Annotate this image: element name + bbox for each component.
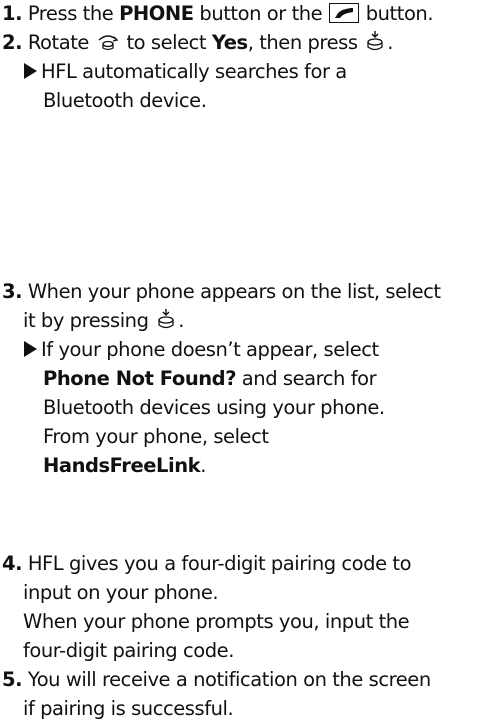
yes-label: Yes xyxy=(211,31,248,54)
step-text: if pairing is successful. xyxy=(23,697,234,720)
step-text: Rotate xyxy=(27,31,95,54)
step-text: it by pressing xyxy=(23,309,155,332)
step-3-result-l4: From your phone, select xyxy=(43,423,269,451)
step-text: HFL gives you a four-digit pairing code … xyxy=(27,552,412,575)
step-number: 2. xyxy=(2,31,23,54)
interface-dial-press-icon xyxy=(158,309,174,329)
step-3-result-l5: HandsFreeLink. xyxy=(43,452,206,480)
result-text: From your phone, select xyxy=(43,425,269,448)
step-5: 5. You will receive a notification on th… xyxy=(2,666,431,694)
triangle-arrow-icon xyxy=(24,63,37,79)
step-text: to select xyxy=(120,31,212,54)
step-3-result: If your phone doesn’t appear, select xyxy=(24,336,379,364)
step-text: . xyxy=(178,309,185,332)
result-text: If your phone doesn’t appear, select xyxy=(41,338,379,361)
step-number: 1. xyxy=(2,2,23,25)
step-text: When your phone prompts you, input the xyxy=(23,610,410,633)
step-text: four-digit pairing code. xyxy=(23,639,234,662)
step-4-l4: four-digit pairing code. xyxy=(23,637,234,665)
result-text: Bluetooth device. xyxy=(43,89,207,112)
step-3-result-l2: Phone Not Found? and search for xyxy=(43,365,377,393)
step-3: 3. When your phone appears on the list, … xyxy=(2,278,441,306)
step-text: Press the xyxy=(27,2,120,25)
result-text: . xyxy=(200,454,206,477)
step-text: , then press xyxy=(247,31,364,54)
handsfreelink-label: HandsFreeLink xyxy=(43,454,201,477)
step-text: button or the xyxy=(193,2,328,25)
triangle-arrow-icon xyxy=(24,341,37,357)
result-text: and search for xyxy=(236,367,377,390)
step-number: 5. xyxy=(2,668,23,691)
interface-dial-press-icon xyxy=(367,31,383,51)
result-text: HFL automatically searches for a xyxy=(41,60,347,83)
phone-not-found-label: Phone Not Found? xyxy=(43,367,237,390)
step-5-l2: if pairing is successful. xyxy=(23,695,234,723)
step-3-cont: it by pressing . xyxy=(23,307,184,335)
step-2-result: HFL automatically searches for a xyxy=(24,58,347,86)
result-text: Bluetooth devices using your phone. xyxy=(43,396,385,419)
step-2-result-cont: Bluetooth device. xyxy=(43,87,207,115)
step-text: . xyxy=(387,31,394,54)
step-text: button. xyxy=(359,2,434,25)
step-text: When your phone appears on the list, sel… xyxy=(27,280,441,303)
step-4: 4. HFL gives you a four-digit pairing co… xyxy=(2,550,412,578)
interface-dial-rotate-icon xyxy=(98,35,119,51)
phone-label: PHONE xyxy=(119,2,194,25)
step-number: 4. xyxy=(2,552,23,575)
step-4-l2: input on your phone. xyxy=(23,579,219,607)
phone-handset-icon xyxy=(328,3,359,23)
step-3-result-l3: Bluetooth devices using your phone. xyxy=(43,394,385,422)
step-number: 3. xyxy=(2,280,23,303)
step-4-l3: When your phone prompts you, input the xyxy=(23,608,410,636)
step-text: input on your phone. xyxy=(23,581,219,604)
step-2: 2. Rotate to select Yes, then press . xyxy=(2,29,393,57)
step-1: 1. Press the PHONE button or the button. xyxy=(2,0,434,28)
step-text: You will receive a notification on the s… xyxy=(27,668,431,691)
